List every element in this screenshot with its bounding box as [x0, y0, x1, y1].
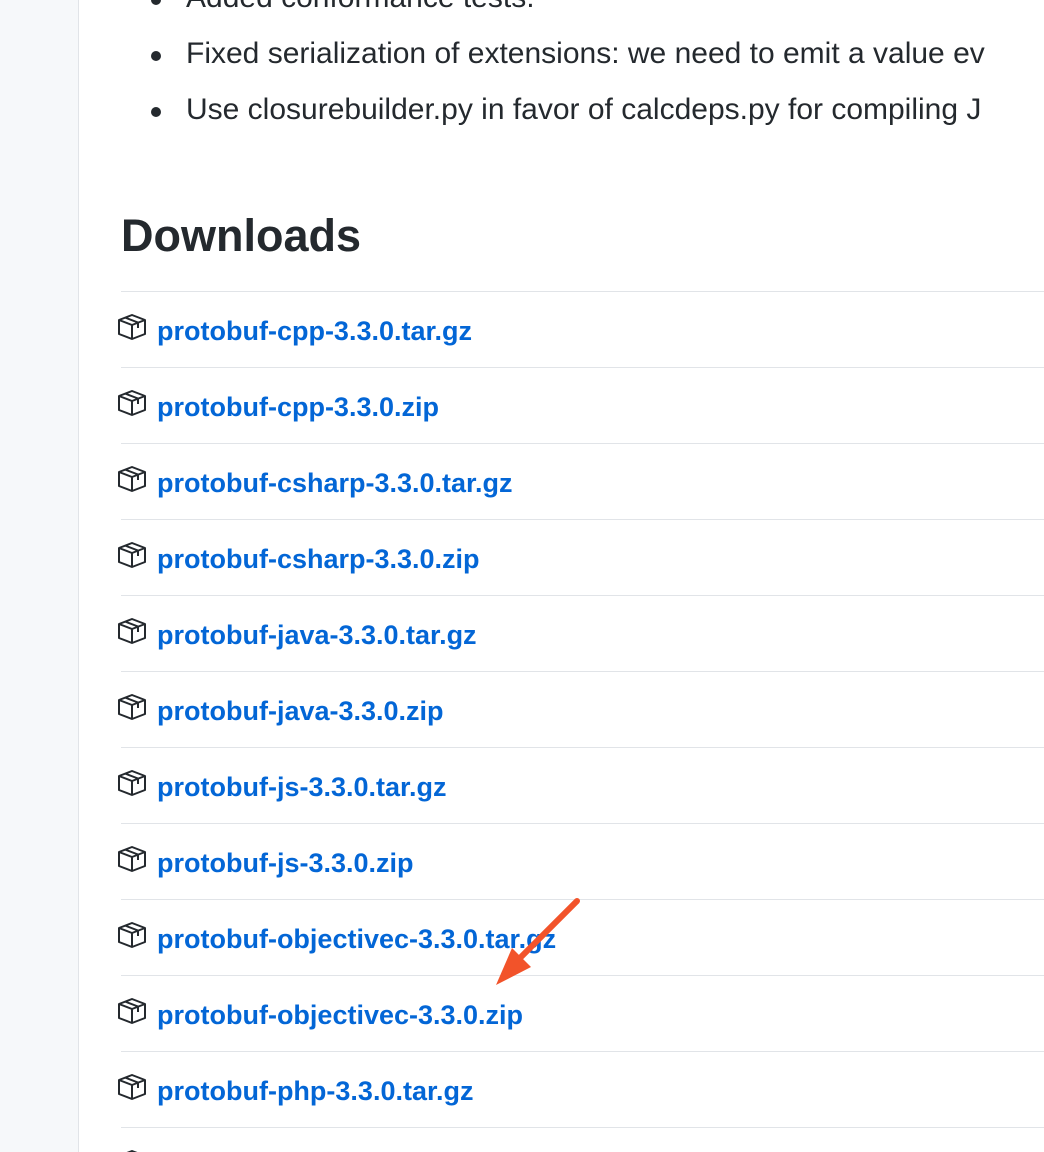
download-item: protobuf-objectivec-3.3.0.tar.gz: [118, 900, 1044, 976]
download-link[interactable]: protobuf-cpp-3.3.0.zip: [157, 387, 439, 427]
release-note-text: Fixed serialization of extensions: we ne…: [186, 37, 985, 70]
package-icon: [116, 996, 148, 1026]
release-note-item: Fixed serialization of extensions: we ne…: [79, 26, 1044, 82]
package-icon: [116, 844, 148, 874]
package-icon: [116, 1072, 148, 1102]
download-link[interactable]: protobuf-objectivec-3.3.0.zip: [157, 995, 523, 1035]
package-icon: [116, 1148, 148, 1152]
release-page: Added conformance tests. Fixed serializa…: [0, 0, 1044, 1152]
download-item: [121, 1128, 1044, 1152]
download-link[interactable]: protobuf-cpp-3.3.0.tar.gz: [157, 311, 472, 351]
bullet-icon: [151, 51, 161, 61]
release-note-item: Use closurebuilder.py in favor of calcde…: [79, 82, 1044, 138]
package-icon: [116, 920, 148, 950]
download-link[interactable]: protobuf-csharp-3.3.0.zip: [157, 539, 480, 579]
download-item: protobuf-js-3.3.0.tar.gz: [118, 748, 1044, 824]
downloads-list: protobuf-cpp-3.3.0.tar.gz protobuf-cpp-3…: [118, 291, 1044, 1152]
download-item: protobuf-js-3.3.0.zip: [118, 824, 1044, 900]
download-link[interactable]: protobuf-php-3.3.0.tar.gz: [157, 1071, 474, 1111]
download-item: protobuf-java-3.3.0.tar.gz: [118, 596, 1044, 672]
package-icon: [116, 388, 148, 418]
left-gutter: [0, 0, 78, 1152]
download-item: protobuf-objectivec-3.3.0.zip: [118, 976, 1044, 1052]
download-item: protobuf-csharp-3.3.0.zip: [118, 520, 1044, 596]
download-link[interactable]: protobuf-java-3.3.0.tar.gz: [157, 615, 477, 655]
download-link[interactable]: protobuf-java-3.3.0.zip: [157, 691, 444, 731]
release-note-text: Use closurebuilder.py in favor of calcde…: [186, 93, 982, 126]
download-link[interactable]: protobuf-js-3.3.0.tar.gz: [157, 767, 447, 807]
release-note-item: Added conformance tests.: [79, 0, 1044, 26]
downloads-heading: Downloads: [121, 210, 362, 261]
download-item: protobuf-cpp-3.3.0.tar.gz: [118, 292, 1044, 368]
release-content: Added conformance tests. Fixed serializa…: [78, 0, 1044, 1152]
download-link[interactable]: protobuf-js-3.3.0.zip: [157, 843, 414, 883]
download-item: protobuf-cpp-3.3.0.zip: [118, 368, 1044, 444]
download-item: protobuf-php-3.3.0.tar.gz: [118, 1052, 1044, 1128]
package-icon: [116, 464, 148, 494]
download-link[interactable]: protobuf-csharp-3.3.0.tar.gz: [157, 463, 513, 503]
release-notes-list: Added conformance tests. Fixed serializa…: [79, 0, 1044, 138]
release-note-text: Added conformance tests.: [186, 0, 535, 14]
package-icon: [116, 692, 148, 722]
download-link[interactable]: protobuf-objectivec-3.3.0.tar.gz: [157, 919, 556, 959]
package-icon: [116, 312, 148, 342]
package-icon: [116, 616, 148, 646]
package-icon: [116, 540, 148, 570]
bullet-icon: [151, 0, 161, 5]
download-item: protobuf-csharp-3.3.0.tar.gz: [118, 444, 1044, 520]
bullet-icon: [151, 107, 161, 117]
download-item: protobuf-java-3.3.0.zip: [118, 672, 1044, 748]
package-icon: [116, 768, 148, 798]
